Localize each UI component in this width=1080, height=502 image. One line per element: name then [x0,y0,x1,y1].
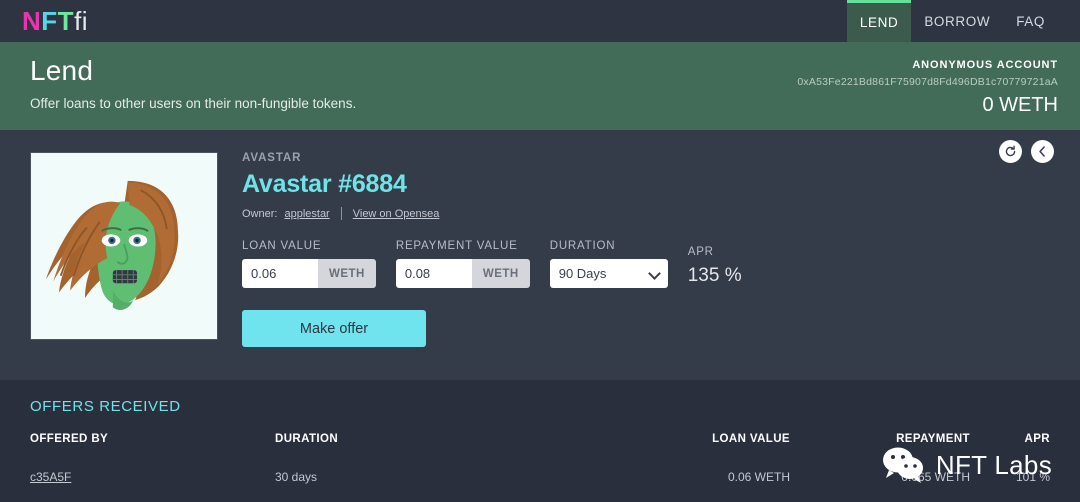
loan-value-label: LOAN VALUE [242,240,322,252]
apr-value: 135 % [687,265,742,286]
nav-link-lend[interactable]: LEND [846,0,912,42]
repayment-value-input[interactable] [395,259,472,288]
column-duration: DURATION [275,433,339,445]
header-text-block: Lend Offer loans to other users on their… [30,55,356,130]
loan-value-input[interactable] [242,259,318,288]
repayment-value-input-group: WETH [395,259,530,288]
owner-label: Owner: [242,207,278,220]
offers-table: OFFERED BY DURATION LOAN VALUE REPAYMENT… [30,433,1050,484]
repayment-value-label: REPAYMENT VALUE [395,240,518,252]
nft-image[interactable] [30,152,218,340]
repayment-value-unit: WETH [471,259,530,288]
duration-label: DURATION [549,240,616,252]
cell-repayment: 0.065 WETH [901,470,970,484]
collection-name: AVASTAR [242,152,302,164]
make-offer-button[interactable]: Make offer [242,310,426,347]
duration-select[interactable]: 90 Days [549,259,668,288]
loan-value-field: LOAN VALUE WETH [242,240,376,288]
refresh-icon [1005,145,1016,157]
offers-received-section: OFFERS RECEIVED OFFERED BY DURATION LOAN… [0,380,1080,502]
cell-duration: 30 days [275,470,318,484]
column-loan-value: LOAN VALUE [712,433,790,445]
asset-details: AVASTAR Avastar #6884 Owner: applestar V… [218,152,1050,350]
owner-divider [340,207,342,220]
brand-letter-n: N [22,5,42,36]
offer-form: LOAN VALUE WETH REPAYMENT VALUE WETH DUR… [242,240,1050,288]
apr-field: APR 135 % [688,246,742,288]
table-row[interactable]: c35A5F 30 days 0.06 WETH 0.065 WETH 101 … [30,470,1050,484]
brand-letter-f: F [41,5,58,36]
account-balance: 0 WETH [982,94,1058,116]
owner-link[interactable]: applestar [284,208,329,220]
nav-link-faq[interactable]: FAQ [1003,0,1058,42]
page-title: Lend [30,55,94,86]
page-subtitle: Offer loans to other users on their non-… [30,96,357,111]
asset-title: Avastar #6884 [242,170,407,198]
repayment-value-field: REPAYMENT VALUE WETH [395,240,530,288]
cell-offered-by: c35A5F [30,470,275,484]
apr-label: APR [687,246,714,258]
nav-links: LEND BORROW FAQ [846,0,1080,42]
column-offered-by: OFFERED BY [30,433,109,445]
asset-card: AVASTAR Avastar #6884 Owner: applestar V… [0,130,1080,380]
offered-by-link[interactable]: c35A5F [30,470,71,484]
opensea-link[interactable]: View on Opensea [353,208,440,220]
nav-link-borrow[interactable]: BORROW [911,0,1003,42]
account-label: ANONYMOUS ACCOUNT [912,59,1058,71]
card-action-buttons [999,140,1054,163]
cell-apr: 101 % [1015,470,1050,484]
top-navbar: N F Tfi LEND BORROW FAQ [0,0,1080,42]
duration-field: DURATION 90 Days [549,240,668,288]
table-header-row: OFFERED BY DURATION LOAN VALUE REPAYMENT… [30,433,1050,470]
duration-select-wrap[interactable]: 90 Days [549,259,668,288]
offers-received-title: OFFERS RECEIVED [30,398,181,415]
account-block: ANONYMOUS ACCOUNT 0xA53Fe221Bd861F75907d… [797,55,1058,130]
loan-value-input-group: WETH [242,259,376,288]
chevron-left-icon [1039,146,1045,157]
brand-letter-t: T [57,5,75,36]
brand-logo[interactable]: N F Tfi [0,0,88,42]
loan-value-unit: WETH [318,259,376,288]
refresh-button[interactable] [999,140,1022,163]
back-button[interactable] [1031,140,1054,163]
page-header: Lend Offer loans to other users on their… [0,42,1080,130]
account-address[interactable]: 0xA53Fe221Bd861F75907d8Fd496DB1c70779721… [797,76,1058,88]
column-repayment: REPAYMENT [896,433,970,445]
owner-row: Owner: applestar View on Opensea [242,207,1050,220]
cell-loan-value: 0.06 WETH [727,470,790,484]
brand-letters-fi: fi [74,5,89,36]
column-apr: APR [1024,433,1050,445]
